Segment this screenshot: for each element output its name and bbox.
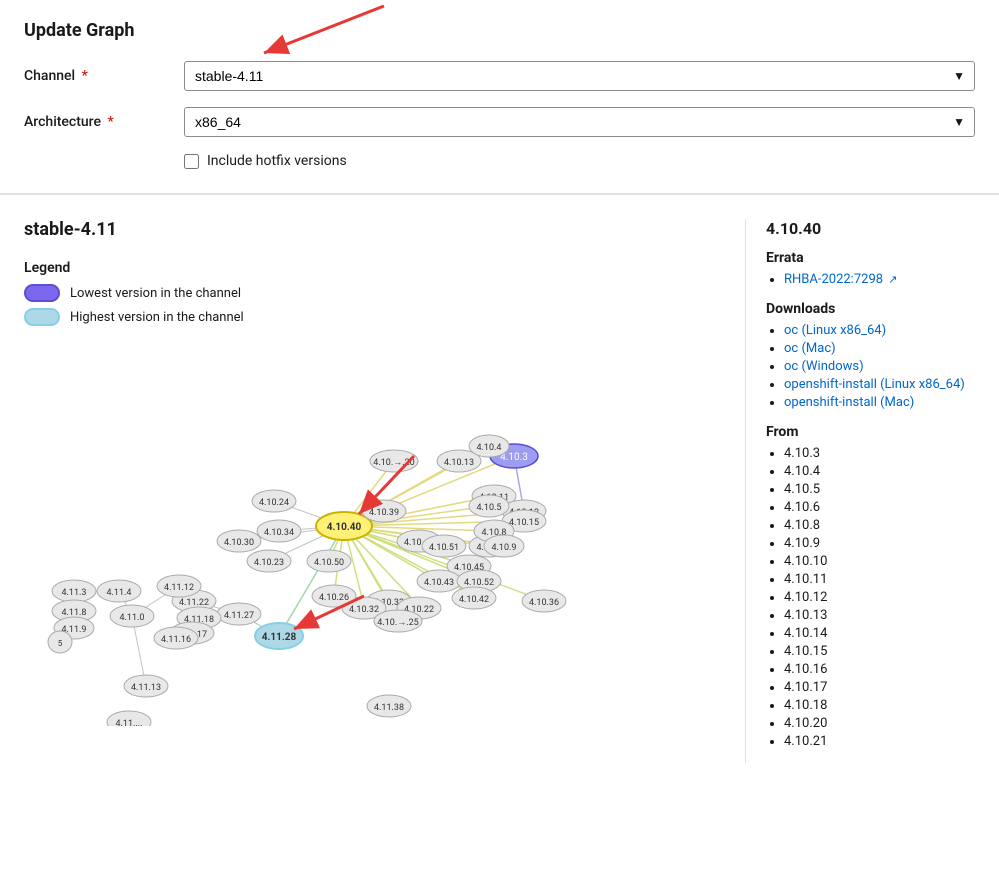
from-item-8: 4.10.12 — [784, 590, 975, 605]
legend-title: Legend — [24, 260, 745, 276]
from-item-3: 4.10.6 — [784, 500, 975, 515]
svg-text:4.11.3: 4.11.3 — [62, 588, 87, 598]
from-item-6: 4.10.10 — [784, 554, 975, 569]
legend-item-highest: Highest version in the channel — [24, 308, 745, 326]
svg-text:4.11.28: 4.11.28 — [262, 632, 297, 643]
download-link-oc-linux[interactable]: oc (Linux x86_64) — [784, 323, 886, 338]
download-item-oc-windows[interactable]: oc (Windows) — [784, 359, 975, 374]
channel-select-wrap: stable-4.11 stable-4.10 fast-4.11 fast-4… — [184, 61, 975, 91]
from-item-12: 4.10.16 — [784, 662, 975, 677]
svg-text:4.10.36: 4.10.36 — [529, 598, 559, 608]
download-item-openshift-linux[interactable]: openshift-install (Linux x86_64) — [784, 377, 975, 392]
svg-text:4.11....: 4.11.... — [115, 719, 142, 726]
from-item-0: 4.10.3 — [784, 446, 975, 461]
download-link-openshift-mac[interactable]: openshift-install (Mac) — [784, 395, 914, 410]
download-link-openshift-linux[interactable]: openshift-install (Linux x86_64) — [784, 377, 965, 392]
svg-text:4.10.34: 4.10.34 — [264, 528, 294, 538]
architecture-row: Architecture * x86_64 aarch64 s390x ppc6… — [24, 107, 975, 137]
svg-text:4.10.39: 4.10.39 — [369, 508, 399, 518]
svg-text:4.10.52: 4.10.52 — [464, 578, 494, 588]
svg-text:4.10.43: 4.10.43 — [424, 578, 454, 588]
svg-text:4.10.4: 4.10.4 — [477, 443, 502, 453]
from-item-11: 4.10.15 — [784, 644, 975, 659]
svg-text:4.11.12: 4.11.12 — [164, 583, 194, 593]
svg-text:4.10.5: 4.10.5 — [477, 503, 502, 513]
svg-text:4.10.9: 4.10.9 — [492, 543, 517, 553]
legend-highest-label: Highest version in the channel — [70, 310, 244, 325]
from-item-9: 4.10.13 — [784, 608, 975, 623]
downloads-list: oc (Linux x86_64) oc (Mac) oc (Windows) … — [766, 323, 975, 410]
hotfix-checkbox[interactable] — [184, 154, 199, 169]
panel-version-title: 4.10.40 — [766, 219, 975, 238]
download-link-oc-mac[interactable]: oc (Mac) — [784, 341, 836, 356]
errata-list: RHBA-2022:7298 ↗ — [766, 272, 975, 287]
svg-text:4.10.40: 4.10.40 — [327, 522, 362, 533]
legend-dot-highest-icon — [24, 308, 60, 326]
channel-required-marker: * — [82, 68, 88, 84]
svg-text:4.10.24: 4.10.24 — [259, 498, 289, 508]
svg-text:4.10.13: 4.10.13 — [444, 458, 474, 468]
download-item-oc-mac[interactable]: oc (Mac) — [784, 341, 975, 356]
errata-list-item[interactable]: RHBA-2022:7298 ↗ — [784, 272, 975, 287]
svg-text:4.10.15: 4.10.15 — [509, 518, 539, 528]
svg-text:4.11.4: 4.11.4 — [107, 588, 132, 598]
from-item-1: 4.10.4 — [784, 464, 975, 479]
from-item-5: 4.10.9 — [784, 536, 975, 551]
from-list: 4.10.3 4.10.4 4.10.5 4.10.6 4.10.8 4.10.… — [766, 446, 975, 749]
from-item-10: 4.10.14 — [784, 626, 975, 641]
hotfix-checkbox-row: Include hotfix versions — [184, 153, 975, 169]
right-panel: 4.10.40 Errata RHBA-2022:7298 ↗ Download… — [745, 219, 975, 763]
svg-text:4.11.16: 4.11.16 — [161, 635, 191, 645]
svg-text:4.10.50: 4.10.50 — [314, 558, 344, 568]
svg-text:4.11.0: 4.11.0 — [120, 613, 145, 623]
graph-svg-container[interactable]: 4.10.40 4.10.3 4.10.30 4.10.24 4.10.34 4… — [24, 346, 744, 726]
svg-text:4.10.51: 4.10.51 — [429, 543, 459, 553]
download-item-openshift-mac[interactable]: openshift-install (Mac) — [784, 395, 975, 410]
from-item-4: 4.10.8 — [784, 518, 975, 533]
from-item-14: 4.10.18 — [784, 698, 975, 713]
legend-lowest-label: Lowest version in the channel — [70, 286, 241, 301]
hotfix-checkbox-label[interactable]: Include hotfix versions — [207, 153, 347, 169]
errata-label: Errata — [766, 250, 975, 266]
svg-text:4.11.38: 4.11.38 — [374, 703, 404, 713]
download-item-oc-linux[interactable]: oc (Linux x86_64) — [784, 323, 975, 338]
update-graph-section: Update Graph Channel * stable-4.11 stabl… — [0, 0, 999, 195]
channel-row: Channel * stable-4.11 stable-4.10 fast-4… — [24, 61, 975, 91]
from-item-13: 4.10.17 — [784, 680, 975, 695]
svg-text:4.10.30: 4.10.30 — [224, 538, 254, 548]
architecture-required-marker: * — [107, 114, 113, 130]
svg-text:4.10.42: 4.10.42 — [459, 595, 489, 605]
architecture-label: Architecture * — [24, 114, 184, 130]
svg-text:4.10.26: 4.10.26 — [319, 593, 349, 603]
from-item-16: 4.10.21 — [784, 734, 975, 749]
legend: Legend Lowest version in the channel Hig… — [24, 260, 745, 326]
external-link-icon: ↗ — [888, 273, 897, 286]
from-item-15: 4.10.20 — [784, 716, 975, 731]
graph-section: stable-4.11 Legend Lowest version in the… — [0, 195, 999, 787]
from-label: From — [766, 424, 975, 440]
graph-svg: 4.10.40 4.10.3 4.10.30 4.10.24 4.10.34 4… — [24, 346, 744, 726]
channel-select[interactable]: stable-4.11 stable-4.10 fast-4.11 fast-4… — [184, 61, 975, 91]
svg-text:4.11.13: 4.11.13 — [131, 683, 161, 693]
channel-label: Channel * — [24, 68, 184, 84]
svg-text:4.10.32: 4.10.32 — [349, 605, 379, 615]
download-link-oc-windows[interactable]: oc (Windows) — [784, 359, 864, 374]
legend-item-lowest: Lowest version in the channel — [24, 284, 745, 302]
svg-text:4.11.27: 4.11.27 — [224, 611, 254, 621]
section-title: Update Graph — [24, 20, 975, 41]
graph-nodes[interactable]: 4.10.40 4.10.3 4.10.30 4.10.24 4.10.34 4… — [48, 435, 566, 726]
errata-link[interactable]: RHBA-2022:7298 ↗ — [784, 272, 898, 287]
from-item-2: 4.10.5 — [784, 482, 975, 497]
downloads-label: Downloads — [766, 301, 975, 317]
architecture-select-wrap: x86_64 aarch64 s390x ppc64le ▼ — [184, 107, 975, 137]
graph-section-title: stable-4.11 — [24, 219, 745, 240]
svg-text:4.10.23: 4.10.23 — [254, 558, 284, 568]
svg-text:5: 5 — [58, 639, 63, 648]
graph-area: stable-4.11 Legend Lowest version in the… — [24, 219, 745, 763]
svg-text:4.11.22: 4.11.22 — [179, 598, 209, 608]
legend-dot-lowest-icon — [24, 284, 60, 302]
from-item-7: 4.10.11 — [784, 572, 975, 587]
svg-text:4.10.→.25: 4.10.→.25 — [377, 618, 418, 628]
architecture-select[interactable]: x86_64 aarch64 s390x ppc64le — [184, 107, 975, 137]
